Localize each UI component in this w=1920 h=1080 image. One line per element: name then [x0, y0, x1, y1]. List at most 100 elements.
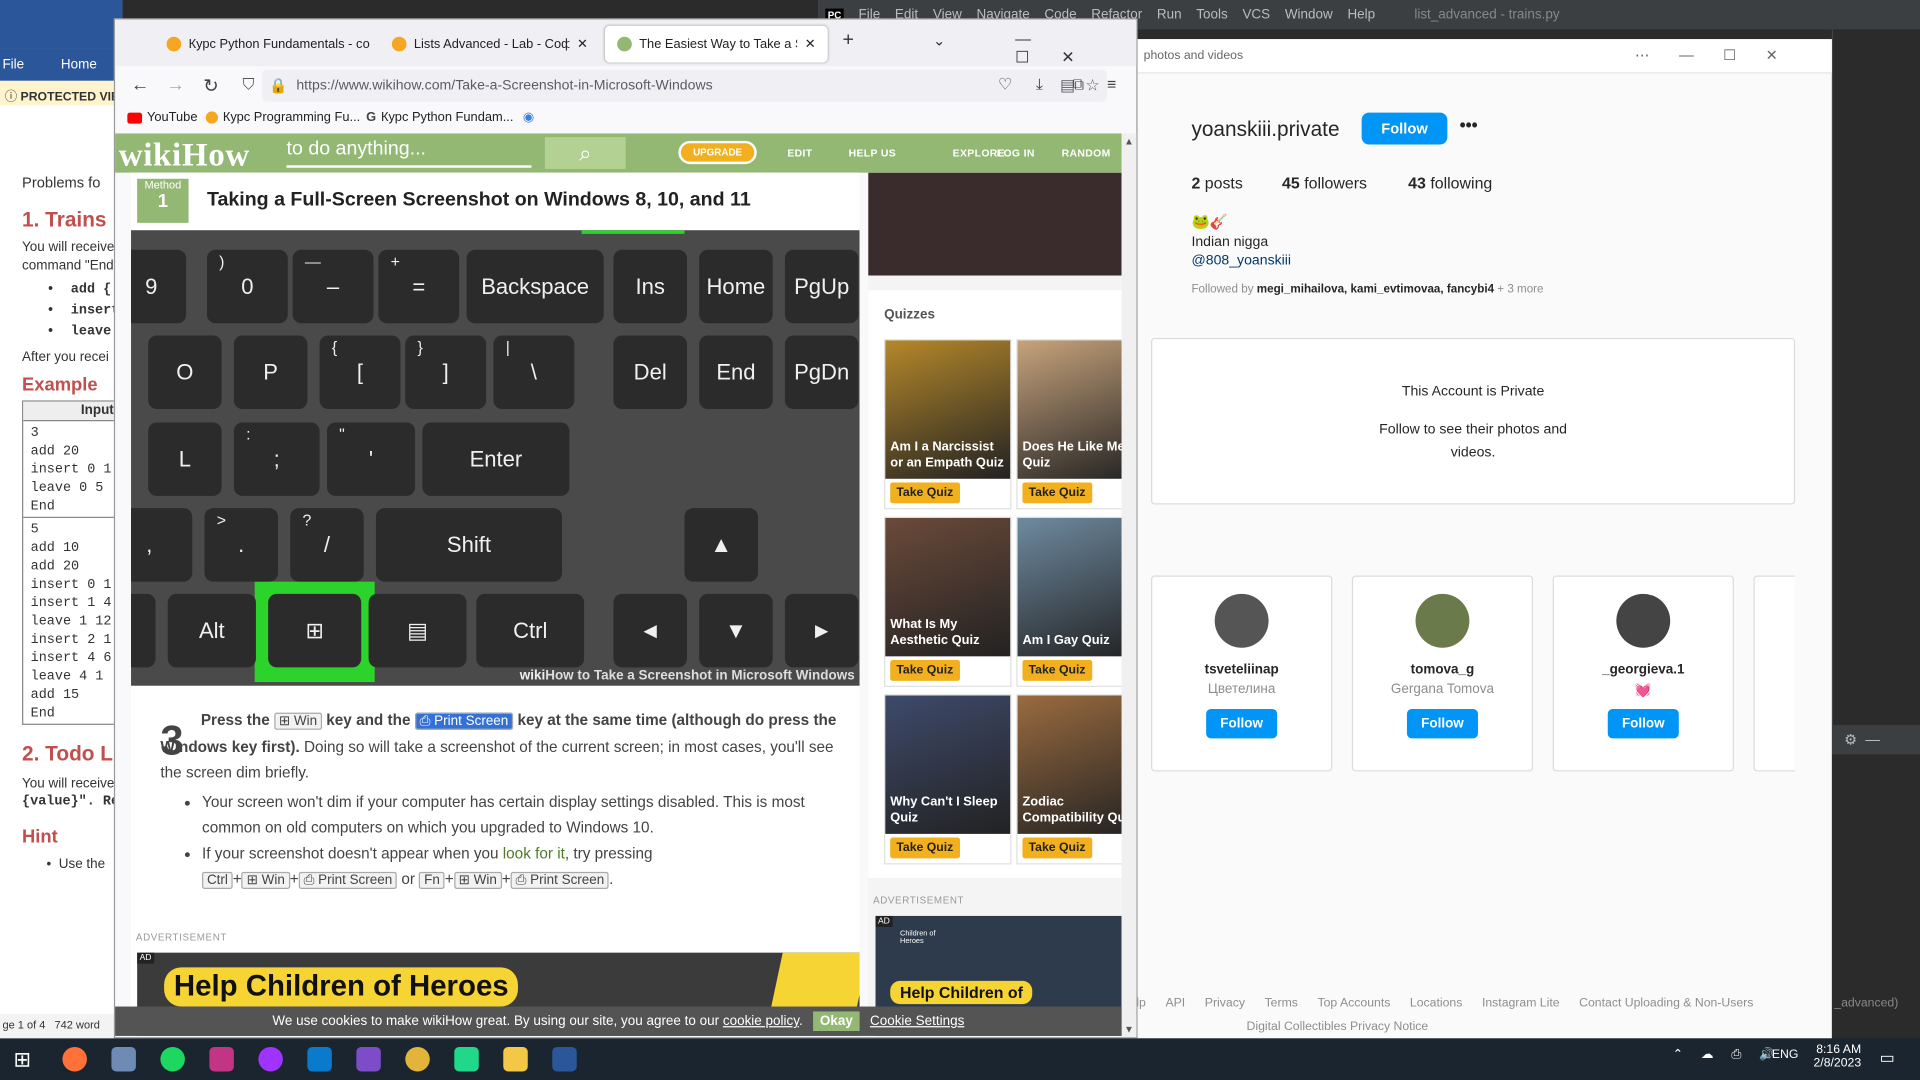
suggestion-username[interactable]: gevi_ [1755, 662, 1795, 677]
cookie-ok-button[interactable]: Okay [812, 1011, 861, 1032]
followed-by[interactable]: Followed by megi_mihailova, kami_evtimov… [1191, 283, 1543, 296]
tab-close-icon[interactable]: ✕ [805, 37, 816, 52]
avatar[interactable] [1214, 593, 1269, 648]
suggestion-username[interactable]: _georgieva.1 [1554, 662, 1733, 677]
chrome-icon[interactable] [405, 1046, 430, 1072]
footer-link[interactable]: lp [1136, 997, 1146, 1010]
page-scrollbar[interactable]: ▲ ▼ [1121, 133, 1137, 1038]
language-indicator[interactable]: ENG [1772, 1048, 1799, 1061]
explorer-icon[interactable] [503, 1046, 528, 1072]
footer-link[interactable]: API [1165, 997, 1185, 1010]
tab-wikihow[interactable]: The Easiest Way to Take a Screen✕ [604, 25, 828, 63]
nav-log-in[interactable]: LOG IN [997, 147, 1035, 159]
tab-python-fundamentals[interactable]: Курс Python Fundamentals - со [154, 26, 387, 63]
footer-privacy-notice[interactable]: Digital Collectibles Privacy Notice [1247, 1020, 1429, 1033]
tab-lists-advanced[interactable]: Lists Advanced - Lab - Софтуер✕ [380, 26, 600, 63]
look-for-it-link[interactable]: look for it [503, 845, 565, 862]
nav-edit[interactable]: EDIT [787, 147, 812, 159]
url-bar[interactable]: 🔒 https://www.wikihow.com/Take-a-Screens… [262, 69, 1107, 102]
avatar[interactable] [1616, 593, 1671, 648]
footer-link[interactable]: Contact Uploading & Non-Users [1579, 997, 1753, 1010]
tracking-shield-icon[interactable]: ⛉ [242, 75, 254, 95]
take-quiz-button[interactable]: Take Quiz [1022, 837, 1092, 859]
take-quiz-button[interactable]: Take Quiz [890, 482, 960, 504]
footer-link[interactable]: Top Accounts [1318, 997, 1391, 1010]
quiz-card[interactable]: Am I Gay Quiz Take Quiz [1016, 516, 1122, 687]
firefox-window-controls[interactable]: —☐✕ [1015, 29, 1136, 67]
following-stat[interactable]: 43 following [1408, 174, 1492, 192]
bio-handle[interactable]: @808_yoanskiii [1191, 253, 1291, 268]
footer-link[interactable]: Locations [1410, 997, 1462, 1010]
spotify-icon[interactable] [160, 1046, 185, 1072]
visual-studio-icon[interactable] [356, 1046, 381, 1072]
take-quiz-button[interactable]: Take Quiz [890, 837, 960, 859]
quiz-card[interactable]: What Is My Aesthetic Quiz Take Quiz [884, 516, 1012, 687]
notifications-icon[interactable]: ▭ [1880, 1048, 1895, 1068]
window-controls[interactable]: ⋯—☐✕ [1635, 47, 1807, 64]
messenger-icon[interactable] [258, 1046, 283, 1072]
pycharm-menu-help[interactable]: Help [1347, 7, 1375, 22]
cookie-settings-link[interactable]: Cookie Settings [870, 1014, 964, 1029]
word-file-tab[interactable]: File [2, 58, 24, 73]
quiz-card[interactable]: Am I a Narcissist or an Empath Quiz Take … [884, 339, 1012, 510]
clock[interactable]: 8:16 AM 2/8/2023 [1813, 1043, 1861, 1070]
suggestion-username[interactable]: tomova_g [1353, 662, 1532, 677]
pocket-icon[interactable]: ♡ [998, 75, 1012, 95]
wikihow-logo[interactable]: wikiHow [119, 136, 250, 174]
upgrade-button[interactable]: UPGRADE [678, 140, 757, 165]
bookmark-globe[interactable]: ◉ [523, 110, 534, 125]
followers-stat[interactable]: 45 followers [1282, 174, 1367, 192]
wikihow-search-input[interactable]: to do anything... [286, 138, 532, 168]
extensions-icon[interactable]: ⧉ [1073, 75, 1084, 95]
menu-icon[interactable]: ≡ [1107, 75, 1116, 93]
pycharm-menu-window[interactable]: Window [1285, 7, 1333, 22]
new-tab-button[interactable]: + [842, 29, 853, 51]
key-shift-label: ? [302, 510, 312, 529]
suggestion-follow-button[interactable]: Follow [1205, 708, 1278, 739]
quiz-card[interactable]: Zodiac Compatibility Quiz Take Quiz [1016, 694, 1122, 865]
pycharm-icon[interactable] [454, 1046, 479, 1072]
tab-list-icon[interactable]: ⌄ [933, 32, 945, 49]
downloads-icon[interactable]: ⤓ [1036, 75, 1043, 95]
pycharm-settings-icon[interactable]: ⚙ — [1831, 724, 1920, 755]
bookmark-star-icon[interactable]: ☆ [1085, 76, 1099, 96]
start-icon[interactable]: ⊞ [13, 1048, 30, 1072]
reload-icon[interactable]: ↻ [203, 75, 218, 97]
word-icon[interactable] [552, 1046, 577, 1072]
word-home-tab[interactable]: Home [61, 58, 97, 73]
keyboard-key: L [148, 422, 222, 496]
take-quiz-button[interactable]: Take Quiz [890, 660, 960, 681]
bookmark-python[interactable]: G Курс Python Fundam... [366, 110, 513, 125]
key-separator: + [444, 870, 454, 888]
profile-more-icon[interactable]: ••• [1460, 115, 1478, 135]
suggestion-username[interactable]: tsveteliinap [1152, 662, 1331, 677]
suggestion-follow-button[interactable]: Follow [1607, 708, 1680, 739]
take-quiz-button[interactable]: Take Quiz [1022, 482, 1092, 504]
pycharm-menu-run[interactable]: Run [1157, 7, 1182, 22]
files-icon[interactable] [111, 1046, 136, 1072]
back-icon[interactable]: ← [131, 75, 149, 96]
forward-icon[interactable]: → [167, 75, 185, 96]
avatar[interactable] [1415, 593, 1470, 648]
instagram-icon[interactable] [209, 1046, 234, 1072]
wikihow-search-button[interactable]: ⌕ [544, 137, 626, 169]
vscode-icon[interactable] [307, 1046, 332, 1072]
firefox-icon[interactable] [62, 1046, 87, 1072]
profile-follow-button[interactable]: Follow [1361, 112, 1448, 145]
nav-random[interactable]: RANDOM [1062, 147, 1111, 159]
tab-close-icon[interactable]: ✕ [577, 37, 588, 52]
bookmark-programming[interactable]: Курс Programming Fu... [205, 110, 360, 125]
footer-link[interactable]: Privacy [1205, 997, 1245, 1010]
system-tray-icons[interactable]: ⌃ ☁ ⎙ 🔊 [1673, 1048, 1782, 1061]
footer-link[interactable]: Instagram Lite [1482, 997, 1560, 1010]
take-quiz-button[interactable]: Take Quiz [1022, 660, 1092, 681]
cookie-policy-link[interactable]: cookie policy [723, 1014, 799, 1029]
bookmark-youtube[interactable]: YouTube [127, 110, 197, 125]
footer-link[interactable]: Terms [1265, 997, 1298, 1010]
pycharm-menu-vcs[interactable]: VCS [1242, 7, 1270, 22]
suggestion-follow-button[interactable]: Follow [1406, 708, 1479, 739]
pycharm-menu-tools[interactable]: Tools [1196, 7, 1227, 22]
nav-help-us[interactable]: HELP US [849, 147, 897, 159]
quiz-card[interactable]: Why Can't I Sleep Quiz Take Quiz [884, 694, 1012, 865]
quiz-card[interactable]: Does He Like Me Quiz Take Quiz [1016, 339, 1122, 510]
